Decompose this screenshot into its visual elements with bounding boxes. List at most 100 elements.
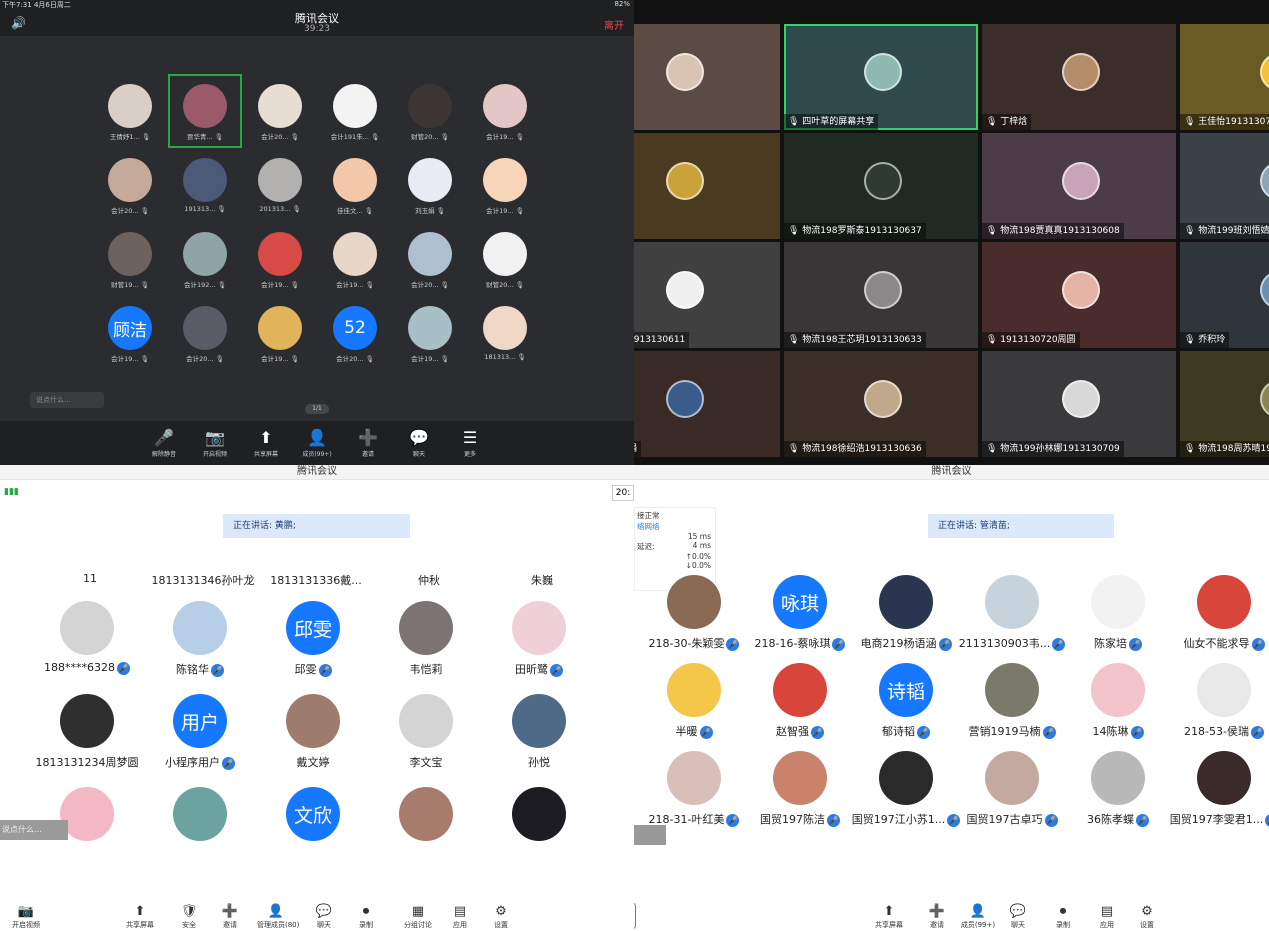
collapse-chat-button[interactable]	[634, 825, 666, 845]
video-tile[interactable]: 🎙 物流198王芯玥1913130633	[784, 242, 978, 348]
video-tile[interactable]: 🎙 1913130720周圆	[982, 242, 1176, 348]
participant-tile[interactable]: 顾洁 会计19... 🎙	[95, 298, 165, 368]
apps-button[interactable]: ▤ 应用	[1088, 903, 1126, 930]
chat-button[interactable]: 💬 聊天	[399, 427, 439, 458]
participant-tile[interactable]: 188****6328 🎤	[32, 601, 142, 675]
participant-tile[interactable]: 国贸197陈洁 🎤	[745, 751, 855, 827]
participant-tile[interactable]: 会计191朱... 🎙	[320, 76, 390, 146]
camera-off-button[interactable]: 📷 开启视频	[195, 427, 235, 458]
participant-tile[interactable]: 国贸197李雯君1...🎤	[1169, 751, 1269, 827]
participant-tile[interactable]: 201313... 🎙	[245, 150, 315, 220]
participant-tile[interactable]: 会计20... 🎙	[95, 150, 165, 220]
participant-tile[interactable]	[145, 787, 255, 841]
video-tile[interactable]: 🎙 物流198罗斯泰1913130637	[784, 133, 978, 239]
apps-button[interactable]: ▤ 应用	[441, 903, 479, 930]
video-tile[interactable]: 🎙 物流199班刘悟婧	[1180, 133, 1269, 239]
participant-tile[interactable]: 邱雯 邱雯 🎤	[258, 601, 368, 677]
video-tile[interactable]: 🎙 物流198徐绍浩1913130636	[784, 351, 978, 457]
video-tile[interactable]: 🎙 8吴蓉1913130611	[634, 242, 780, 348]
chat-button[interactable]: 💬 聊天	[305, 903, 343, 930]
leave-button[interactable]: 离开	[604, 17, 624, 32]
video-tile[interactable]: 🎙 物流198周苏晴1913	[1180, 351, 1269, 457]
participant-tile[interactable]: 陈家培 🎤	[1063, 575, 1173, 651]
video-tile[interactable]: 🎙 8葛嫚娟	[634, 351, 780, 457]
invite-button[interactable]: ➕ 邀请	[211, 903, 249, 930]
members-button[interactable]: 👤 成员(99+)	[959, 903, 997, 930]
participant-tile[interactable]: 半暖 🎤	[639, 663, 749, 739]
chat-button[interactable]: 💬 聊天	[999, 903, 1037, 930]
participant-tile[interactable]: 会计19... 🎙	[470, 150, 540, 220]
participant-tile[interactable]: 会计19... 🎙	[320, 224, 390, 294]
participant-tile[interactable]: 1813131234周梦圆	[32, 694, 142, 770]
share-screen-button[interactable]: ⬆ 共享屏幕	[870, 903, 908, 930]
participant-tile[interactable]: 赵智强 🎤	[745, 663, 855, 739]
chat-input[interactable]: 说点什么...	[30, 392, 104, 408]
participant-tile[interactable]	[371, 787, 481, 841]
video-tile[interactable]: 🎙 丁梓焓	[982, 24, 1176, 130]
participant-tile[interactable]: 李文宝	[371, 694, 481, 770]
participant-tile[interactable]: 218-31-叶红美 🎤	[639, 751, 749, 827]
video-tile[interactable]: 🎙 乔积玲	[1180, 242, 1269, 348]
participant-tile[interactable]: 咏琪 218-16-蔡咏琪 🎤	[745, 575, 855, 651]
record-button[interactable]: ⏺ 录制	[1044, 903, 1082, 930]
members-button[interactable]: 👤 管理成员(80)	[257, 903, 299, 930]
participant-tile[interactable]: 王倩妤1... 🎙	[95, 76, 165, 146]
participant-tile[interactable]: 会计19... 🎙	[395, 298, 465, 368]
end-meeting-button[interactable]: 结	[634, 903, 636, 929]
participant-tile[interactable]: 会计19... 🎙	[470, 76, 540, 146]
participant-tile[interactable]: 文欣	[258, 787, 368, 841]
invite-button[interactable]: ➕ 邀请	[918, 903, 956, 930]
participant-tile[interactable]: 陈铭华 🎤	[145, 601, 255, 677]
participant-tile[interactable]: 电商219杨语涵 🎤	[851, 575, 961, 651]
participant-tile[interactable]: 营销1919马楠 🎤	[957, 663, 1067, 739]
chat-input[interactable]: 说点什么...	[0, 820, 68, 840]
invite-button[interactable]: ➕ 邀请	[348, 427, 388, 458]
video-tile[interactable]: 🎙 四叶草的屏幕共享	[784, 24, 978, 130]
participant-tile[interactable]: 218-53-侯瑞 🎤	[1169, 663, 1269, 739]
participant-tile[interactable]: 191313... 🎙	[170, 150, 240, 220]
participant-tile[interactable]: 14陈琳 🎤	[1063, 663, 1173, 739]
participant-tile[interactable]: 仙女不能求导 🎤	[1169, 575, 1269, 651]
participant-tile[interactable]: 财管20... 🎙	[395, 76, 465, 146]
participant-tile[interactable]: 佳佳文... 🎙	[320, 150, 390, 220]
share-screen-button[interactable]: ⬆ 共享屏幕	[246, 427, 286, 458]
security-button[interactable]: 🛡 安全	[170, 903, 208, 930]
participant-tile[interactable]: 刘玉娟 🎙	[395, 150, 465, 220]
video-tile[interactable]: 🎙 物流199孙林娜1913130709	[982, 351, 1176, 457]
participant-tile[interactable]: 52 会计20... 🎙	[320, 298, 390, 368]
members-button[interactable]: 👤 成员(99+)	[297, 427, 337, 458]
participant-tile[interactable]: 用户 小程序用户 🎤	[145, 694, 255, 770]
participant-tile[interactable]: 国贸197江小苏1... 🎤	[851, 751, 961, 827]
breakout-button[interactable]: ▦ 分组讨论	[399, 903, 437, 930]
participant-tile[interactable]: 会计20... 🎙	[395, 224, 465, 294]
participant-tile[interactable]: 财管19... 🎙	[95, 224, 165, 294]
settings-button[interactable]: ⚙ 设置	[1128, 903, 1166, 930]
mic-off-button[interactable]: 🎤 解除静音	[144, 427, 184, 458]
camera-off-button[interactable]: 📷 开启视频	[7, 903, 45, 930]
participant-tile[interactable]: 戴文婷	[258, 694, 368, 770]
participant-tile[interactable]: 218-30-朱颖雯 🎤	[639, 575, 749, 651]
participant-tile[interactable]: 诗韬 郁诗韬 🎤	[851, 663, 961, 739]
share-screen-button[interactable]: ⬆ 共享屏幕	[121, 903, 159, 930]
participant-tile[interactable]: 会计20... 🎙	[170, 298, 240, 368]
participant-tile[interactable]: 田昕鹭 🎤	[484, 601, 594, 677]
participant-tile[interactable]: 韦恺莉	[371, 601, 481, 677]
video-tile[interactable]: 🎙 8王红	[634, 133, 780, 239]
video-tile[interactable]: 🎙 9王伊	[634, 24, 780, 130]
participant-tile[interactable]: 181313... 🎙	[470, 298, 540, 368]
video-tile[interactable]: 🎙 王佳怡191313073	[1180, 24, 1269, 130]
participant-tile[interactable]: 国贸197古卓巧 🎤	[957, 751, 1067, 827]
settings-button[interactable]: ⚙ 设置	[482, 903, 520, 930]
participant-tile[interactable]: 财管20... 🎙	[470, 224, 540, 294]
participant-tile[interactable]: 36陈孝蝶 🎤	[1063, 751, 1173, 827]
participant-tile[interactable]: 会计20... 🎙	[245, 76, 315, 146]
more-button[interactable]: ☰ 更多	[450, 427, 490, 458]
participant-tile[interactable]: 贾华青... 🎙	[168, 74, 242, 148]
participant-tile[interactable]: 2113130903韦... 🎤	[957, 575, 1067, 651]
video-tile[interactable]: 🎙 物流198贾真真1913130608	[982, 133, 1176, 239]
participant-tile[interactable]: 会计19... 🎙	[245, 298, 315, 368]
participant-tile[interactable]: 会计19... 🎙	[245, 224, 315, 294]
participant-tile[interactable]: 孙悦	[484, 694, 594, 770]
participant-tile[interactable]: 会计192... 🎙	[170, 224, 240, 294]
record-button[interactable]: ⏺ 录制	[347, 903, 385, 930]
